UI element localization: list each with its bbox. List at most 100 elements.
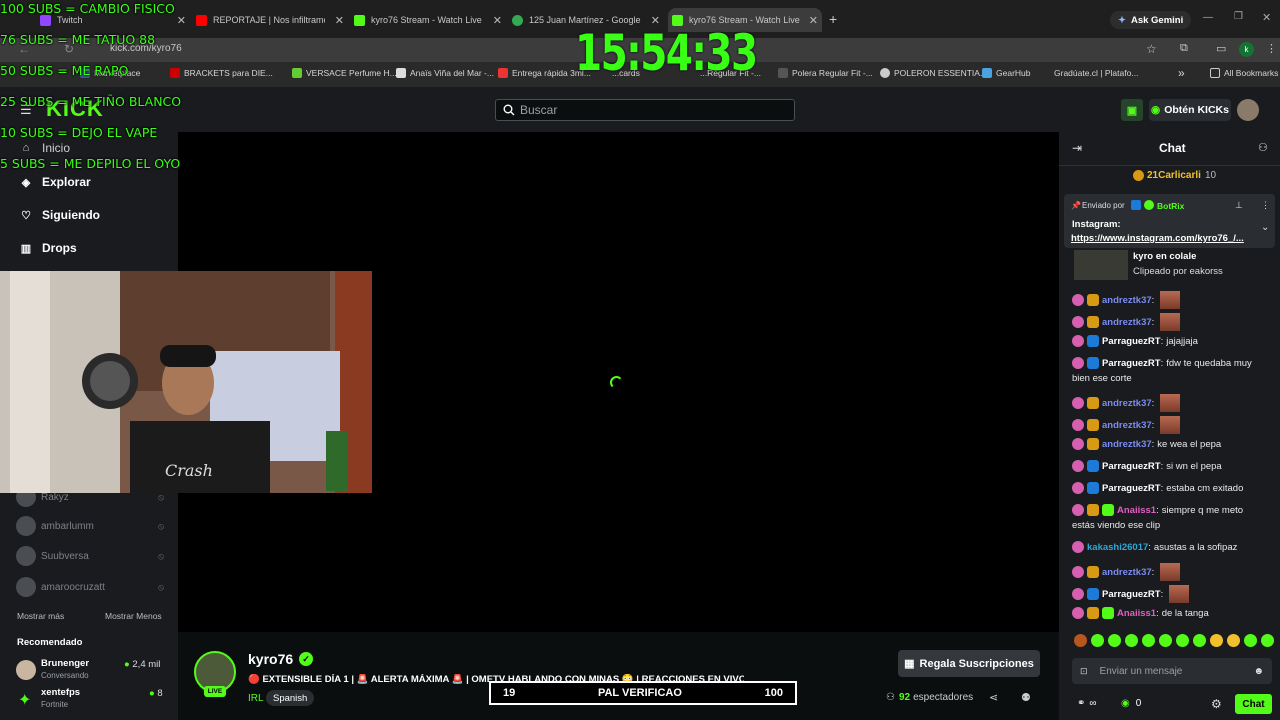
bookmark-star-icon[interactable]: ☆ — [1146, 42, 1157, 56]
emote-icon[interactable] — [1227, 634, 1240, 647]
emote-icon[interactable] — [1091, 634, 1104, 647]
close-icon[interactable]: ✕ — [335, 14, 344, 27]
emote-icon[interactable] — [1074, 634, 1087, 647]
chat-username[interactable]: ParraguezRT — [1102, 358, 1161, 369]
close-icon[interactable]: ✕ — [809, 14, 818, 27]
bookmark-item[interactable]: BRACKETS para DIE... — [170, 68, 273, 78]
more-options-icon[interactable]: ⋮ — [1261, 200, 1270, 211]
emote-icon[interactable] — [1125, 634, 1138, 647]
gift-subs-button[interactable]: ▦ Regala Suscripciones — [898, 650, 1040, 677]
channel-name[interactable]: kyro76 — [248, 651, 293, 667]
emote-icon[interactable] — [1159, 634, 1172, 647]
bookmark-item[interactable]: Polera Regular Fit -... — [778, 68, 873, 78]
chat-badge-icon — [1087, 397, 1099, 409]
top-gifter[interactable]: 21Carlicarli 10 — [1133, 170, 1216, 181]
bookmark-item[interactable]: Gradúate.cl | Platafo... — [1054, 68, 1138, 78]
chat-username[interactable]: Anaiiss1 — [1117, 608, 1156, 619]
tab-reportaje[interactable]: REPORTAJE | Nos infiltramos en ✕ — [196, 8, 348, 32]
emote-icon[interactable] — [1193, 634, 1206, 647]
clip-author: Clipeado por eakorss — [1133, 266, 1223, 277]
followed-channel[interactable]: ambarlumm ⦸ — [16, 516, 166, 536]
emote-icon[interactable] — [1210, 634, 1223, 647]
sidebar-item-following[interactable]: ♡ Siguiendo — [20, 208, 100, 222]
chat-username[interactable]: andreztk37 — [1102, 420, 1152, 431]
followed-channel[interactable]: Suubversa ⦸ — [16, 546, 166, 566]
chat-badge-icon — [1072, 541, 1084, 553]
sidebar-item-drops[interactable]: ▥ Drops — [20, 241, 77, 255]
extensions-icon[interactable]: ⧉ — [1180, 42, 1188, 55]
profile-avatar[interactable]: k — [1239, 42, 1254, 57]
bookmark-item[interactable]: POLERON ESSENTIA... — [880, 68, 987, 78]
chat-username[interactable]: Anaiiss1 — [1117, 505, 1156, 516]
window-close-button[interactable]: ✕ — [1262, 11, 1271, 24]
youtube-icon — [170, 68, 180, 78]
sidebar-item-browse[interactable]: ◈ Explorar — [20, 175, 91, 189]
share-icon[interactable]: ⋖ — [989, 691, 998, 704]
bookmark-item[interactable]: Anaïs Viña del Mar -... — [396, 68, 494, 78]
emote-icon[interactable] — [1142, 634, 1155, 647]
chat-username[interactable]: andreztk37 — [1102, 567, 1152, 578]
chat-username[interactable]: andreztk37 — [1102, 295, 1152, 306]
minimize-button[interactable]: — — [1203, 12, 1213, 23]
chat-username[interactable]: ParraguezRT — [1102, 336, 1161, 347]
chat-separator: : — [1151, 566, 1155, 578]
pin-toggle-icon[interactable]: ⊥ — [1235, 200, 1243, 211]
kicks-coin-icon: ◉ — [1151, 104, 1161, 116]
language-tag[interactable]: Spanish — [266, 690, 315, 706]
chat-input[interactable]: ⊡ Enviar un mensaje ☻ — [1072, 658, 1272, 684]
show-less-button[interactable]: Mostrar Menos — [105, 611, 162, 621]
bookmark-item[interactable]: GearHub — [982, 68, 1031, 78]
show-more-button[interactable]: Mostrar más — [17, 611, 64, 621]
all-bookmarks-button[interactable]: All Bookmarks — [1210, 68, 1278, 78]
emote-icon[interactable] — [1176, 634, 1189, 647]
get-kicks-button[interactable]: ◉ Obtén KICKs — [1149, 99, 1231, 121]
close-icon[interactable]: ✕ — [493, 14, 502, 27]
chat-username[interactable]: andreztk37 — [1102, 398, 1152, 409]
emoji-icon[interactable]: ☻ — [1253, 666, 1264, 677]
chevron-down-icon[interactable]: ⌄ — [1261, 222, 1269, 233]
emote-icon[interactable] — [1108, 634, 1121, 647]
close-icon[interactable]: ✕ — [177, 14, 186, 27]
emote-icon[interactable] — [1244, 634, 1257, 647]
new-tab-button[interactable]: + — [829, 11, 837, 27]
follow-icon[interactable]: ⚉ — [1021, 691, 1031, 704]
tab-kick-1[interactable]: kyro76 Stream - Watch Live on ✕ — [354, 8, 506, 32]
gear-icon[interactable]: ⚙ — [1211, 697, 1222, 711]
chat-username[interactable]: andreztk37 — [1102, 439, 1152, 450]
chat-points[interactable]: ⚭ ∞ — [1077, 698, 1097, 709]
kicks-balance[interactable]: ◉ 0 — [1121, 698, 1141, 709]
youtube-icon — [196, 14, 207, 26]
chat-username[interactable]: ParraguezRT — [1102, 461, 1161, 472]
stream-category[interactable]: IRL — [248, 693, 264, 704]
maximize-button[interactable]: ❐ — [1234, 11, 1243, 22]
kick-store-icon[interactable]: ▣ — [1121, 99, 1143, 121]
gift-icon: ▦ — [904, 658, 915, 670]
chat-username[interactable]: ParraguezRT — [1102, 589, 1161, 600]
chat-username[interactable]: kakashi26017 — [1087, 542, 1148, 553]
chat-message: Anaiiss1: de la tanga — [1072, 607, 1209, 619]
send-chat-button[interactable]: Chat — [1235, 694, 1272, 714]
chat-separator: : — [1160, 588, 1164, 600]
menu-dots-icon[interactable]: ⋮ — [1266, 42, 1277, 55]
pinned-link[interactable]: https://www.instagram.com/kyro76_/... — [1071, 233, 1251, 244]
cast-icon[interactable]: ▭ — [1216, 42, 1226, 55]
recommended-channel[interactable]: Brunenger Conversando ● 2,4 mil — [16, 657, 166, 683]
chat-emote — [1160, 416, 1181, 434]
user-avatar[interactable] — [1237, 99, 1259, 121]
chat-users-icon[interactable]: ⚇ — [1258, 141, 1268, 154]
clip-title[interactable]: kyro en colale — [1133, 251, 1196, 262]
followed-channel[interactable]: amaroocruzatt ⦸ — [16, 577, 166, 597]
emote-icon[interactable] — [1261, 634, 1274, 647]
collapse-chat-icon[interactable]: ⇥ — [1072, 141, 1082, 155]
chat-username[interactable]: ParraguezRT — [1102, 483, 1161, 494]
search-input[interactable]: Buscar — [495, 99, 795, 121]
chat-settings-icon[interactable]: ⊡ — [1080, 666, 1088, 677]
pinned-message[interactable]: 📌 Enviado por BotRix ⊥ ⋮ Instagram: http… — [1064, 194, 1275, 248]
clip-thumbnail[interactable] — [1074, 250, 1128, 280]
chat-username[interactable]: andreztk37 — [1102, 317, 1152, 328]
ask-gemini-button[interactable]: ✦ Ask Gemini — [1110, 11, 1192, 29]
bookmark-item[interactable]: VERSACE Perfume H... — [292, 68, 397, 78]
recommended-channel[interactable]: ✦ xentefps Fortnite ● 8 — [16, 686, 166, 712]
sidebar-item-home[interactable]: ⌂ Inicio — [20, 141, 70, 155]
bookmarks-more-button[interactable]: » — [1178, 66, 1185, 80]
